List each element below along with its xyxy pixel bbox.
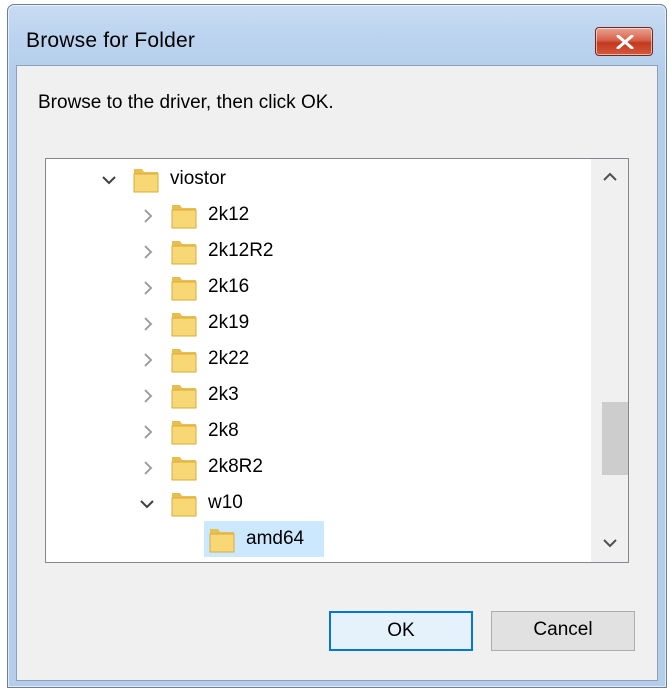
instruction-text: Browse to the driver, then click OK. (38, 92, 334, 113)
vertical-scrollbar[interactable] (591, 159, 628, 562)
folder-icon-wrap (170, 382, 198, 410)
folder-icon (171, 493, 197, 517)
dialog-body: Browse to the driver, then click OK. vio… (16, 65, 658, 681)
tree-item-label: viostor (170, 168, 226, 189)
chevron-down-icon (140, 500, 154, 509)
chevron-down-icon (102, 176, 116, 185)
tree-item-label: 2k12 (208, 204, 250, 225)
tree-item[interactable]: w10 (46, 485, 590, 521)
chevron-right-icon (144, 317, 153, 331)
tree-item-label: 2k19 (208, 312, 250, 333)
folder-icon (171, 385, 197, 409)
tree-item-label: 2k8 (208, 420, 239, 441)
folder-tree[interactable]: viostor 2k12 2k12R2 2k16 2k19 2k22 2k3 2k8 2k8R2… (45, 158, 629, 563)
dialog-title: Browse for Folder (26, 29, 196, 52)
expand-toggle[interactable] (134, 233, 160, 269)
expand-toggle[interactable] (134, 341, 160, 377)
folder-icon (171, 241, 197, 265)
expand-toggle[interactable] (134, 449, 160, 485)
chevron-right-icon (144, 209, 153, 223)
folder-icon (171, 457, 197, 481)
expand-toggle[interactable] (134, 305, 160, 341)
folder-icon-wrap (170, 238, 198, 266)
folder-icon (208, 559, 236, 563)
collapse-toggle[interactable] (96, 161, 122, 197)
folder-icon-wrap (132, 166, 160, 194)
tree-item[interactable]: amd64 (46, 521, 590, 557)
tree-item-label: 2k3 (208, 384, 239, 405)
collapse-toggle[interactable] (134, 485, 160, 521)
folder-icon-wrap (170, 346, 198, 374)
folder-icon (133, 169, 159, 193)
expand-toggle[interactable] (134, 197, 160, 233)
close-button[interactable] (595, 27, 653, 56)
scroll-down-button[interactable] (591, 526, 628, 562)
cancel-button[interactable]: Cancel (491, 611, 635, 651)
chevron-right-icon (144, 353, 153, 367)
expand-toggle[interactable] (134, 413, 160, 449)
folder-icon (171, 205, 197, 229)
folder-icon (208, 559, 236, 563)
chevron-down-icon (603, 539, 617, 548)
ok-button[interactable]: OK (329, 611, 473, 651)
chevron-up-icon (603, 172, 617, 181)
folder-icon-wrap (170, 490, 198, 518)
tree-item[interactable]: viostor (46, 161, 590, 197)
tree-item[interactable]: 2k3 (46, 377, 590, 413)
chevron-right-icon (144, 461, 153, 475)
tree-item-label: amd64 (246, 528, 305, 549)
expand-toggle[interactable] (134, 377, 160, 413)
chevron-right-icon (144, 281, 153, 295)
scroll-thumb[interactable] (602, 402, 628, 475)
tree-item-label: 2k8R2 (208, 456, 263, 477)
folder-icon (171, 313, 197, 337)
chevron-right-icon (144, 425, 153, 439)
tree-item[interactable]: 2k19 (46, 305, 590, 341)
chevron-right-icon (144, 389, 153, 403)
tree-item-label: w10 (208, 492, 243, 513)
expand-toggle[interactable] (134, 269, 160, 305)
tree-item[interactable]: 2k8 (46, 413, 590, 449)
folder-icon (171, 277, 197, 301)
tree-item[interactable]: 2k16 (46, 269, 590, 305)
folder-icon-wrap (170, 202, 198, 230)
folder-icon-wrap (170, 418, 198, 446)
tree-item-label: 2k22 (208, 348, 250, 369)
scroll-up-button[interactable] (591, 159, 628, 195)
tree-item[interactable]: 2k12 (46, 197, 590, 233)
tree-item[interactable]: 2k8R2 (46, 449, 590, 485)
folder-icon-wrap (170, 310, 198, 338)
folder-icon-wrap (170, 454, 198, 482)
tree-item-label: 2k12R2 (208, 240, 274, 261)
folder-icon-wrap (208, 526, 236, 554)
tree-item[interactable]: 2k12R2 (46, 233, 590, 269)
title-bar[interactable]: Browse for Folder (8, 5, 666, 65)
close-icon (616, 35, 634, 49)
folder-icon (209, 529, 235, 553)
folder-icon-wrap (170, 274, 198, 302)
tree-item-label: 2k16 (208, 276, 250, 297)
folder-icon (171, 421, 197, 445)
browse-for-folder-dialog: Browse for Folder Browse to the driver, … (7, 4, 667, 688)
folder-icon (171, 349, 197, 373)
tree-item[interactable]: 2k22 (46, 341, 590, 377)
chevron-right-icon (144, 245, 153, 259)
